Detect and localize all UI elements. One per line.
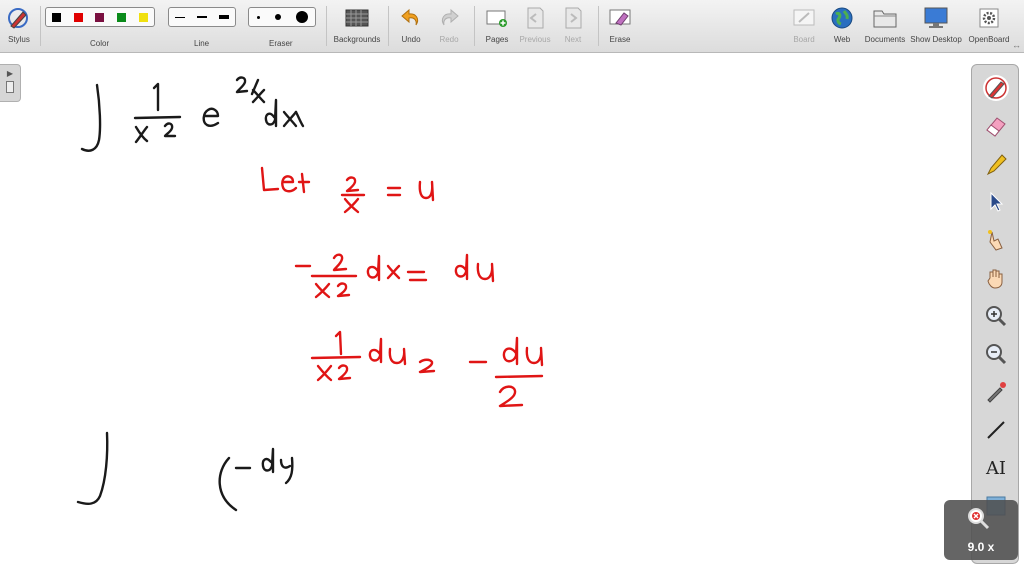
documents-button[interactable]: Documents bbox=[862, 0, 908, 52]
openboard-menu-button[interactable]: OpenBoard bbox=[966, 0, 1012, 52]
pen-icon bbox=[985, 77, 1007, 99]
magnifier-reset-icon[interactable] bbox=[966, 506, 992, 532]
line-thick-option[interactable] bbox=[219, 15, 229, 19]
stylus-button[interactable]: Stylus bbox=[2, 0, 36, 52]
folder-icon bbox=[872, 5, 898, 31]
show-desktop-button[interactable]: Show Desktop bbox=[908, 0, 964, 52]
marker-icon bbox=[986, 154, 1007, 176]
text-icon: AI bbox=[985, 457, 1007, 479]
expand-arrow-icon: ▶ bbox=[6, 69, 14, 78]
next-page-icon bbox=[560, 5, 586, 31]
color-red-swatch[interactable] bbox=[73, 12, 83, 22]
color-label: Color bbox=[90, 39, 110, 48]
documents-label: Documents bbox=[864, 35, 906, 44]
line-label: Line bbox=[194, 39, 210, 48]
web-button[interactable]: Web bbox=[828, 0, 856, 52]
undo-button[interactable]: Undo bbox=[396, 0, 426, 52]
stylus-palette: AI bbox=[971, 64, 1019, 564]
whiteboard-canvas[interactable] bbox=[0, 53, 1024, 576]
globe-icon bbox=[829, 5, 855, 31]
interact-icon bbox=[988, 230, 1003, 251]
separator bbox=[474, 6, 475, 46]
redo-button[interactable]: Redo bbox=[434, 0, 464, 52]
monitor-icon bbox=[923, 5, 949, 31]
zoom-indicator: 9.0 x bbox=[944, 500, 1018, 560]
openboard-label: OpenBoard bbox=[968, 35, 1010, 44]
board-button[interactable]: Board bbox=[790, 0, 818, 52]
pages-label: Pages bbox=[485, 35, 509, 44]
laser-pointer-icon bbox=[987, 382, 1006, 403]
zoom-in-icon bbox=[986, 306, 1007, 327]
backgrounds-grid-icon bbox=[344, 5, 370, 31]
zoom-in-tool[interactable] bbox=[983, 303, 1009, 329]
board-label: Board bbox=[793, 35, 815, 44]
eraser-size-palette bbox=[248, 7, 316, 27]
zoom-out-tool[interactable] bbox=[983, 341, 1009, 367]
web-label: Web bbox=[833, 35, 851, 44]
eraser-medium-option[interactable] bbox=[274, 14, 281, 20]
hand-tool[interactable] bbox=[983, 265, 1009, 291]
erase-button[interactable]: Erase bbox=[604, 0, 636, 52]
board-icon bbox=[791, 5, 817, 31]
separator bbox=[388, 6, 389, 46]
interact-tool[interactable] bbox=[983, 227, 1009, 253]
stylus-label: Stylus bbox=[8, 35, 30, 44]
color-green-swatch[interactable] bbox=[117, 12, 127, 22]
selector-tool[interactable] bbox=[983, 189, 1009, 215]
color-black-swatch[interactable] bbox=[52, 12, 62, 22]
laser-pointer-tool[interactable] bbox=[983, 379, 1009, 405]
pages-panel-toggle[interactable]: ▶ bbox=[0, 64, 21, 102]
previous-label: Previous bbox=[519, 35, 551, 44]
undo-label: Undo bbox=[401, 35, 421, 44]
text-tool[interactable]: AI bbox=[983, 455, 1009, 481]
separator bbox=[40, 6, 41, 46]
show-desktop-label: Show Desktop bbox=[910, 35, 962, 44]
stylus-icon bbox=[6, 5, 32, 31]
zoom-out-icon bbox=[986, 344, 1007, 365]
eraser-tool[interactable] bbox=[983, 113, 1009, 139]
marker-tool[interactable] bbox=[983, 151, 1009, 177]
pen-tool[interactable] bbox=[983, 75, 1009, 101]
line-thin-option[interactable] bbox=[175, 16, 185, 18]
window-resize-handle[interactable]: ↔ bbox=[1012, 40, 1021, 50]
undo-icon bbox=[398, 5, 424, 31]
separator bbox=[598, 6, 599, 46]
erase-board-icon bbox=[607, 5, 633, 31]
previous-page-icon bbox=[522, 5, 548, 31]
next-label: Next bbox=[564, 35, 582, 44]
line-icon bbox=[987, 421, 1005, 439]
zoom-level: 9.0 x bbox=[967, 540, 995, 554]
redo-icon bbox=[436, 5, 462, 31]
backgrounds-label: Backgrounds bbox=[333, 35, 381, 44]
handwriting-strokes bbox=[76, 76, 544, 512]
top-toolbar: Stylus Color Line Eraser Backgrounds Und… bbox=[0, 0, 1024, 53]
erase-label: Erase bbox=[609, 35, 631, 44]
previous-page-button[interactable]: Previous bbox=[516, 0, 554, 52]
backgrounds-button[interactable]: Backgrounds bbox=[332, 0, 382, 52]
selector-icon bbox=[990, 191, 1004, 212]
line-medium-option[interactable] bbox=[197, 16, 207, 18]
line-width-palette bbox=[168, 7, 236, 27]
color-maroon-swatch[interactable] bbox=[95, 12, 105, 22]
page-thumbnails-icon bbox=[6, 81, 14, 93]
color-palette bbox=[45, 7, 155, 27]
pages-button[interactable]: Pages bbox=[480, 0, 514, 52]
add-page-icon bbox=[484, 5, 510, 31]
line-tool[interactable] bbox=[983, 417, 1009, 443]
eraser-icon bbox=[986, 117, 1006, 137]
hand-icon bbox=[987, 269, 1003, 289]
eraser-small-option[interactable] bbox=[256, 15, 260, 19]
next-page-button[interactable]: Next bbox=[558, 0, 588, 52]
redo-label: Redo bbox=[439, 35, 459, 44]
gear-icon bbox=[976, 5, 1002, 31]
separator bbox=[326, 6, 327, 46]
eraser-label: Eraser bbox=[269, 39, 293, 48]
color-yellow-swatch[interactable] bbox=[138, 12, 148, 22]
eraser-large-option[interactable] bbox=[295, 11, 308, 23]
